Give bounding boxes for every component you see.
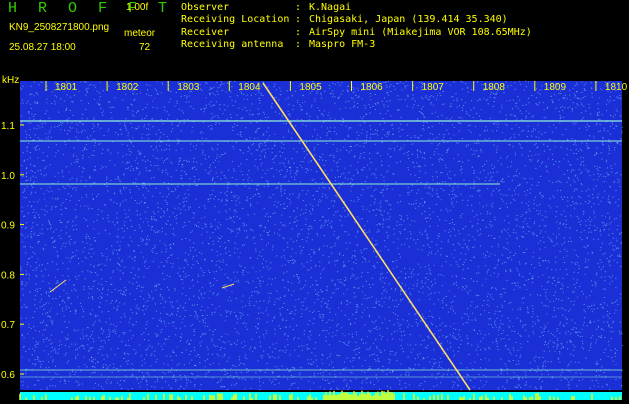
- app-title: H R O F F T: [8, 0, 174, 17]
- freq-tick-label: 1.1: [1, 121, 15, 132]
- spectrogram-background: [20, 81, 622, 390]
- freq-tick-label: 0.6: [1, 370, 15, 381]
- time-tick-label: 1809: [544, 82, 567, 93]
- spectrogram-panel: 1801 1802 1803 1804 1805 1806 1807 1808 1809 1810…: [0, 74, 629, 400]
- frequency-unit-label: kHz: [2, 75, 19, 86]
- timestamp: 25.08.27 18:00: [9, 42, 76, 53]
- header-panel: H R O F F T 1.00f KN9_2508271800.png 25.…: [0, 0, 629, 74]
- info-row-location: Receiving Location: Chigasaki, Japan (139…: [181, 14, 508, 26]
- signal-strength-bar: [19, 390, 622, 400]
- time-tick-label: 1808: [483, 82, 506, 93]
- time-tick-label: 1803: [177, 82, 200, 93]
- time-tick-label: 1801: [55, 82, 78, 93]
- info-row-observer: Observer: K.Nagai: [181, 2, 352, 13]
- station-info: Observer: K.Nagai Receiving Location: Chig…: [181, 2, 532, 51]
- freq-tick-label: 1.0: [1, 171, 15, 182]
- time-tick-label: 1807: [422, 82, 445, 93]
- spectrogram: 1801 1802 1803 1804 1805 1806 1807 1808 1809 1810…: [1, 75, 628, 400]
- version-label: 1.00f: [126, 2, 149, 13]
- meteor-label: meteor: [124, 28, 156, 39]
- time-tick-label: 1802: [116, 82, 139, 93]
- time-tick-label: 1806: [361, 82, 384, 93]
- time-tick-label: 1810: [605, 82, 628, 93]
- info-row-antenna: Receiving antenna: Maspro FM-3: [181, 38, 376, 50]
- freq-tick-label: 0.9: [1, 221, 15, 232]
- info-row-receiver: Receiver: AirSpy mini (Miakejima VOR 108.…: [181, 26, 532, 38]
- meteor-count: 72: [139, 42, 151, 53]
- freq-tick-label: 0.7: [1, 320, 15, 331]
- time-tick-label: 1805: [299, 82, 322, 93]
- time-tick-label: 1804: [238, 82, 261, 93]
- file-name: KN9_2508271800.png: [9, 22, 110, 33]
- freq-tick-label: 0.8: [1, 270, 15, 281]
